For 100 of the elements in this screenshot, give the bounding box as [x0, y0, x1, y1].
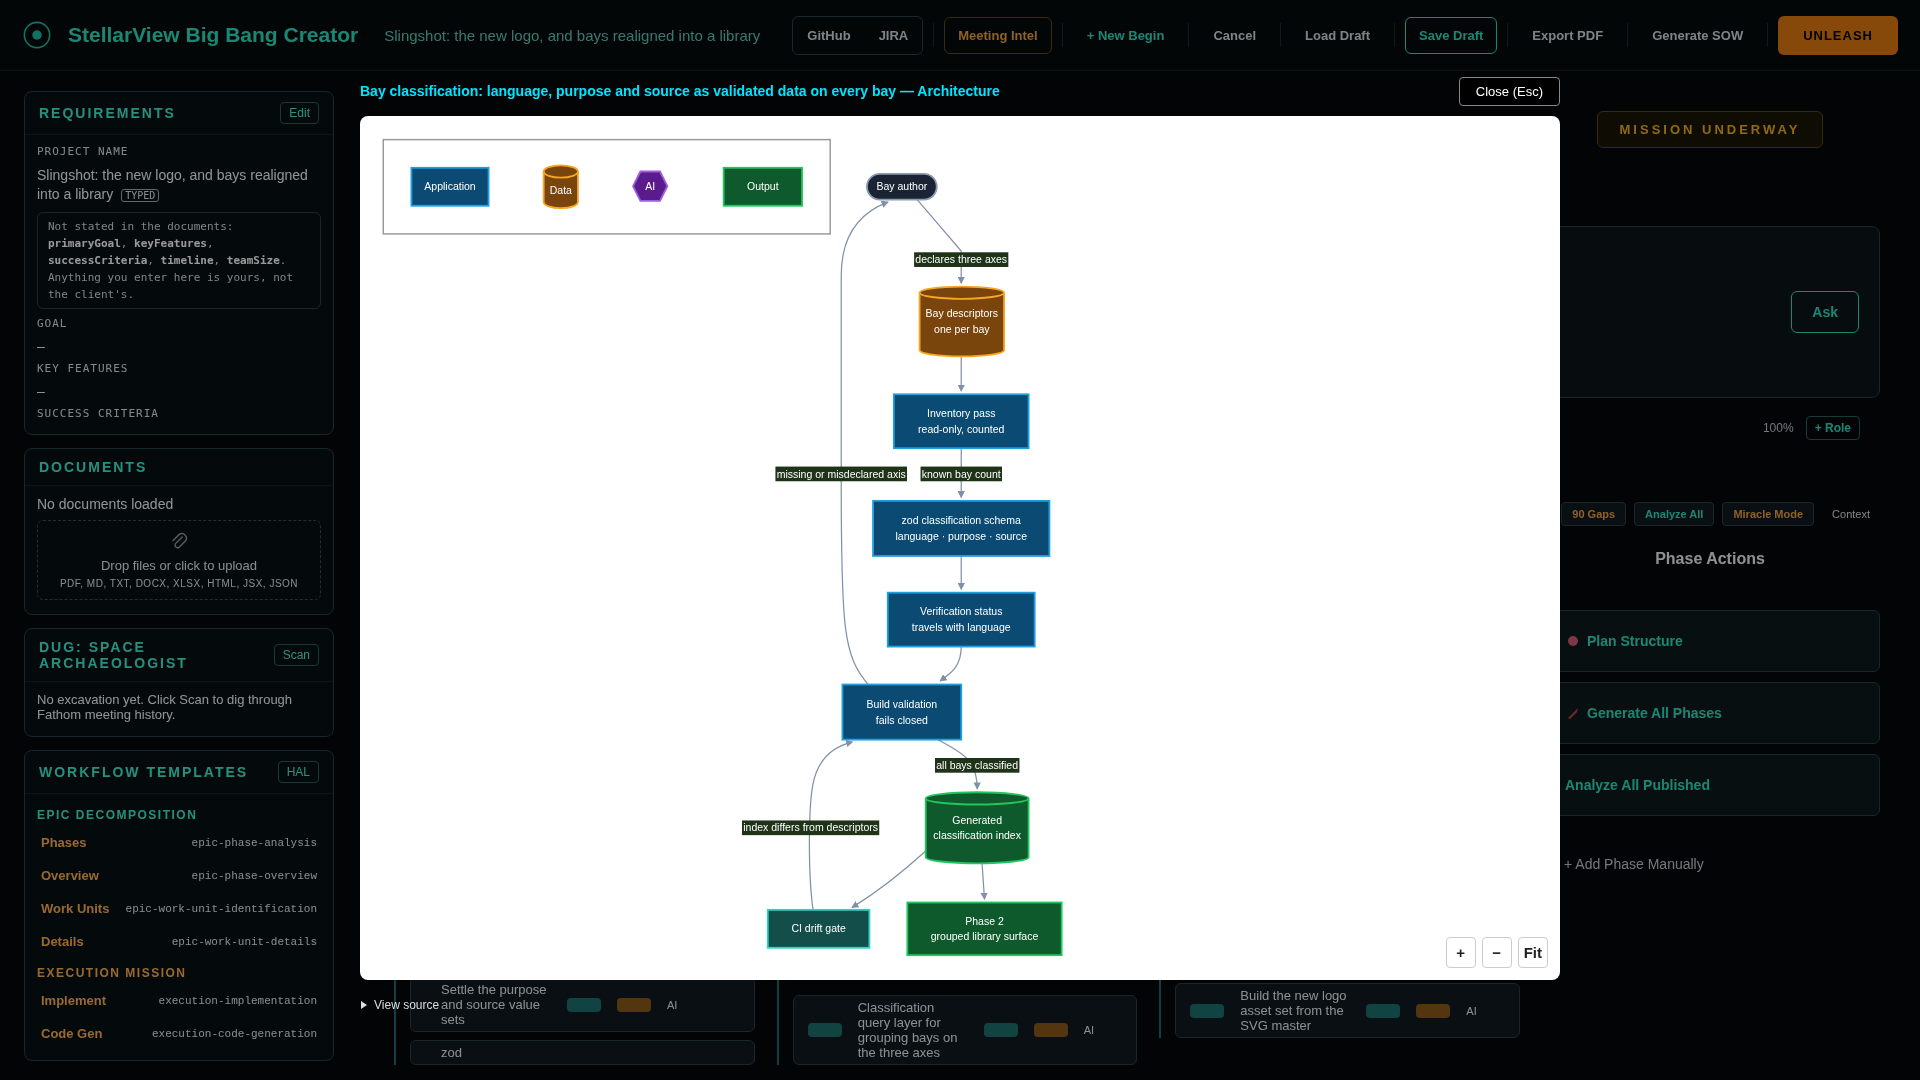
header-button[interactable]: Export PDF: [1518, 16, 1618, 54]
panel-button[interactable]: HAL: [277, 761, 319, 783]
template-name: Phases: [41, 835, 87, 850]
action-title: Generate All Phases: [1587, 705, 1722, 721]
ai-tag: AI: [667, 998, 678, 1011]
project-title: Slingshot: the new logo, and bays realigned into a library: [384, 26, 761, 44]
add-role-button[interactable]: + Role: [1805, 416, 1860, 440]
close-button[interactable]: Close (Esc): [1458, 76, 1560, 106]
ai-tag: AI: [1083, 1024, 1095, 1036]
task-card[interactable]: Build the new logo asset set from the SVG master AI: [1175, 983, 1520, 1038]
project-name: Slingshot: the new logo, and bays realigned into a library TYPED: [37, 166, 309, 204]
status-badge: TYPED: [121, 189, 160, 202]
actor-node: Bay author: [866, 173, 938, 201]
empty-message: No documents loaded: [37, 496, 175, 512]
zoom-in-button[interactable]: +: [1445, 937, 1476, 968]
template-row[interactable]: Implement execution-implementation: [37, 988, 321, 1013]
template-row[interactable]: Phases epic-phase-analysis: [37, 830, 321, 855]
template-name: Details: [41, 934, 84, 949]
output-node: Phase 2 grouped library surface: [906, 901, 1063, 957]
modal-title: Bay classification: language, purpose and source as validated data on every bay — Architecture: [360, 83, 1000, 99]
panel-button[interactable]: Edit: [280, 102, 319, 124]
info-note: Not stated in the documents: primaryGoal, keyFeatures, successCriteria, timeline, teamSize. Anything you enter here is yours, not the client's.: [37, 212, 321, 309]
template-id: epic-work-unit-identification: [125, 902, 317, 915]
header-button[interactable]: GitHub: [793, 16, 865, 54]
task-text: Classification query layer for grouping bays on the three axes: [857, 1000, 959, 1060]
template-name: Work Units: [41, 901, 110, 916]
panel-title: REQUIREMENTS: [39, 105, 176, 121]
template-id: execution-implementation: [158, 994, 317, 1007]
tag-badge: [807, 1023, 842, 1037]
header-button[interactable]: Load Draft: [1291, 16, 1384, 54]
action-button[interactable]: Miracle Mode: [1722, 502, 1815, 526]
file-types: PDF, MD, TXT, DOCX, XLSX, HTML, JSX, JSON: [59, 578, 299, 589]
task-card[interactable]: Classification query layer for grouping bays on the three axes AI: [792, 995, 1138, 1065]
template-id: epic-phase-overview: [191, 869, 317, 882]
mission-status: MISSION UNDERWAY: [1596, 111, 1824, 148]
upload-hint: Drop files or click to upload: [100, 558, 258, 573]
template-id: epic-work-unit-details: [171, 935, 317, 948]
header-button[interactable]: + New Begin: [1072, 16, 1179, 54]
application-node: Build validation fails closed: [841, 683, 963, 741]
panel-title: WORKFLOW TEMPLATES: [39, 764, 249, 780]
application-node: zod classification schema language · purpose · source: [872, 499, 1051, 557]
zoom-out-button[interactable]: −: [1481, 937, 1512, 968]
upload-zone[interactable]: Drop files or click to upload PDF, MD, TXT, DOCX, XLSX, HTML, JSX, JSON: [37, 520, 321, 600]
header-button[interactable]: Generate SOW: [1638, 16, 1758, 54]
template-name: Overview: [41, 868, 99, 883]
field-value: –: [37, 383, 46, 399]
connector-arrow: [980, 862, 988, 901]
template-row[interactable]: Overview epic-phase-overview: [37, 863, 321, 888]
task-text: zod: [441, 1045, 463, 1060]
fit-button[interactable]: Fit: [1517, 937, 1548, 968]
data-node: Bay descriptors one per bay: [918, 285, 1005, 358]
ask-button[interactable]: Ask: [1791, 291, 1859, 333]
group-title: EPIC DECOMPOSITION: [37, 808, 199, 822]
edge-label: all bays classified: [935, 758, 1020, 773]
template-name: Implement: [41, 993, 106, 1008]
tag-badge: [1190, 1003, 1225, 1018]
edge-label: known bay count: [920, 466, 1002, 482]
task-card[interactable]: zod: [410, 1040, 755, 1065]
field-label: KEY FEATURES: [37, 362, 130, 375]
ai-tag: AI: [1466, 1004, 1477, 1017]
action-title: Plan Structure: [1587, 633, 1683, 649]
action-button[interactable]: 90 Gaps: [1561, 502, 1627, 526]
header-button[interactable]: UNLEASH: [1778, 15, 1898, 55]
action-button[interactable]: Context: [1822, 502, 1880, 526]
task-text: Settle the purpose and source value sets: [441, 982, 548, 1027]
task-text: Build the new logo asset set from the SVG master: [1240, 988, 1348, 1033]
header-button[interactable]: Cancel: [1199, 16, 1270, 54]
action-button[interactable]: Analyze All: [1634, 502, 1715, 526]
panel-title: DOCUMENTS: [39, 459, 148, 475]
connector-arrow: [939, 645, 962, 682]
gate-node: CI drift gate: [766, 908, 871, 949]
tag-badge: [983, 1023, 1018, 1037]
connector-arrow: [957, 555, 965, 591]
template-name: Code Gen: [41, 1026, 103, 1041]
section-title: Phase Actions: [1654, 549, 1766, 569]
field-label: PROJECT NAME: [37, 145, 130, 158]
group-title: EXECUTION MISSION: [37, 966, 188, 980]
template-row[interactable]: Work Units epic-work-unit-identification: [37, 896, 321, 921]
application-node: Verification status travels with language: [886, 591, 1036, 648]
edge-label: declares three axes: [914, 252, 1009, 267]
output-data-node: Generated classification index: [924, 791, 1030, 865]
tag-badge: [617, 997, 651, 1012]
tag-badge: [1033, 1023, 1068, 1037]
edge-label: index differs from descriptors: [742, 820, 880, 836]
header-button[interactable]: JIRA: [864, 16, 923, 54]
application-node: Inventory pass read-only, counted: [892, 393, 1030, 450]
tag-badge: [567, 997, 601, 1012]
header-button[interactable]: Meeting Intel: [944, 16, 1052, 54]
data-legend-item: Data: [542, 164, 579, 210]
template-id: epic-phase-analysis: [191, 836, 317, 849]
field-label: SUCCESS CRITERIA: [37, 407, 160, 420]
template-row[interactable]: Code Gen execution-code-generation: [37, 1021, 321, 1046]
template-id: execution-code-generation: [151, 1027, 317, 1040]
application-legend-item: Application: [410, 166, 490, 207]
connector-arrow: [957, 355, 965, 392]
header-button[interactable]: Save Draft: [1405, 16, 1498, 54]
empty-message: No excavation yet. Click Scan to dig through Fathom meeting history.: [37, 692, 294, 722]
field-label: GOAL: [37, 317, 69, 330]
panel-button[interactable]: Scan: [273, 644, 319, 666]
template-row[interactable]: Details epic-work-unit-details: [37, 929, 321, 954]
